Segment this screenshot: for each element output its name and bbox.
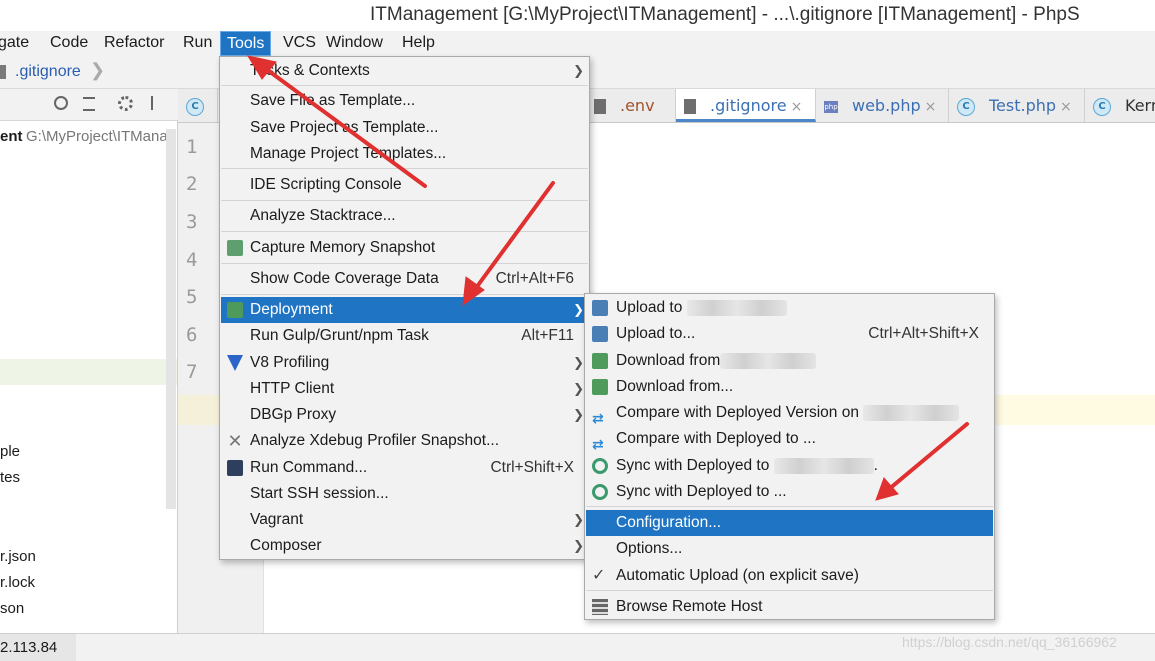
watermark: https://blog.csdn.net/qq_36166962: [902, 634, 1117, 650]
annotation-arrow: [471, 181, 555, 294]
annotation-arrowhead: [875, 477, 899, 501]
annotation-arrow: [886, 422, 969, 492]
annotation-arrow: [260, 64, 427, 188]
annotation-arrows: [246, 55, 969, 501]
